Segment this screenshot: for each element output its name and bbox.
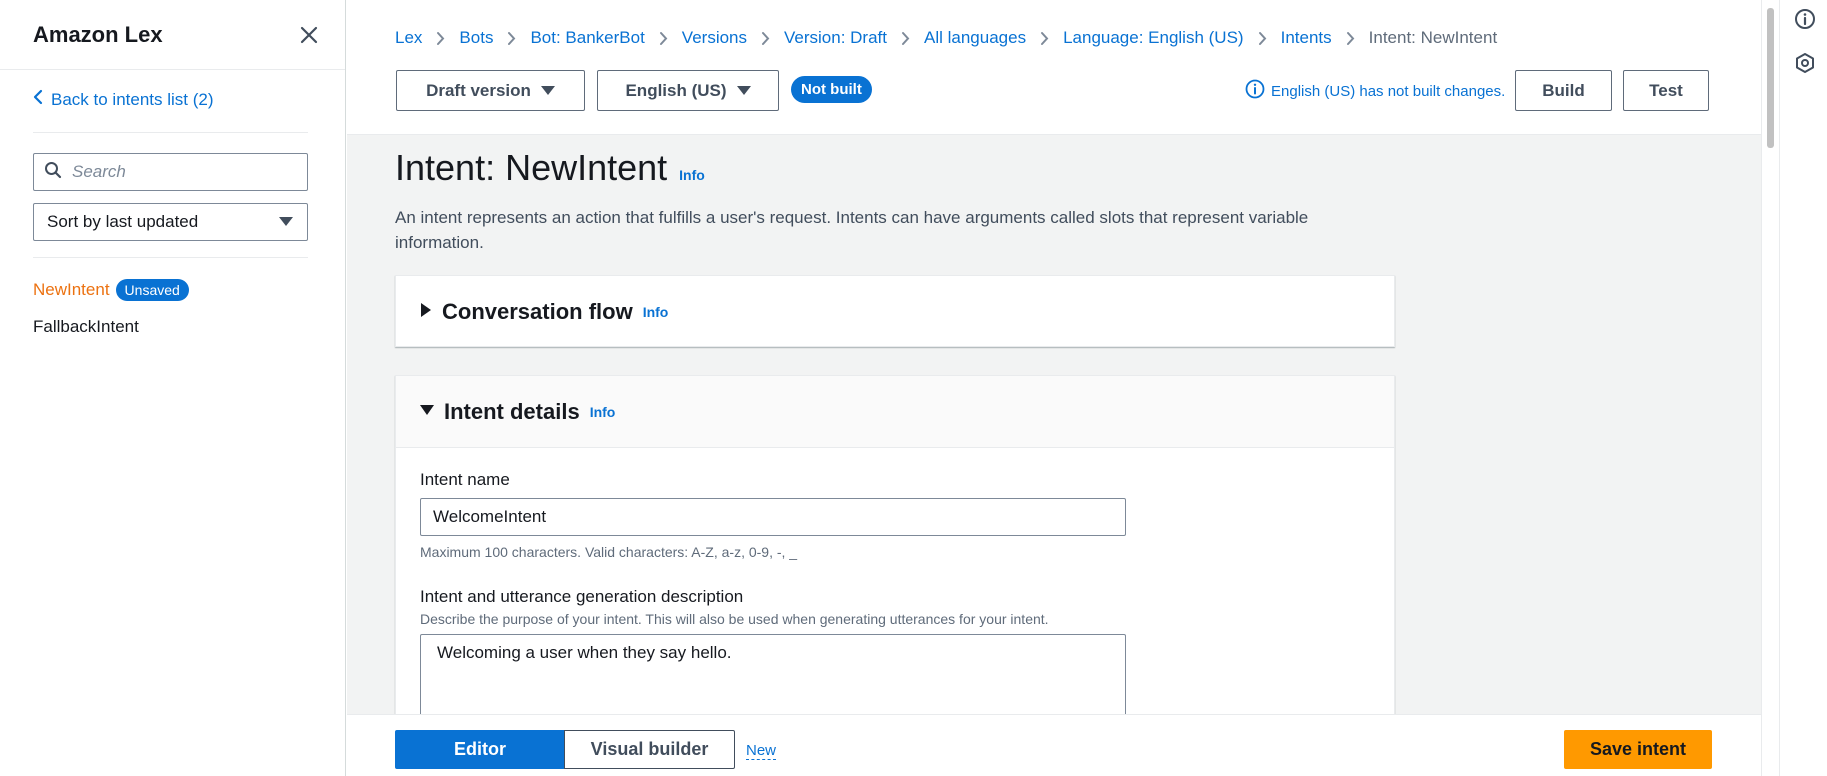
intent-details-toggle[interactable]: Intent details Info — [396, 376, 1394, 448]
breadcrumb-link-version[interactable]: Version: Draft — [784, 28, 887, 48]
caret-down-icon — [279, 212, 293, 232]
info-circle-icon — [1245, 79, 1265, 103]
scrollbar-thumb[interactable] — [1767, 8, 1774, 148]
info-link[interactable]: Info — [679, 167, 705, 183]
version-select-value: Draft version — [426, 80, 531, 100]
chevron-right-icon — [1040, 31, 1049, 46]
chevron-right-icon — [436, 31, 445, 46]
page-description: An intent represents an action that fulf… — [395, 208, 1309, 252]
caret-down-icon — [736, 81, 751, 101]
sort-select-value: Sort by last updated — [47, 212, 199, 231]
intent-description-textarea[interactable]: Welcoming a user when they say hello. — [420, 634, 1126, 714]
breadcrumb-link-language[interactable]: Language: English (US) — [1063, 28, 1244, 48]
breadcrumb-current: Intent: NewIntent — [1368, 28, 1498, 47]
sidebar-title: Amazon Lex — [33, 21, 163, 47]
intent-details-heading: Intent details — [444, 398, 580, 424]
intent-name-label: Intent name — [420, 470, 510, 489]
page-scrollbar[interactable] — [1761, 0, 1778, 776]
conversation-flow-toggle[interactable]: Conversation flow Info — [396, 276, 1394, 348]
intents-sidebar: Amazon Lex Back to intents list (2) Sort… — [0, 0, 346, 776]
back-to-intents-link[interactable]: Back to intents list (2) — [33, 89, 214, 110]
test-button[interactable]: Test — [1623, 70, 1709, 111]
search-input[interactable] — [72, 162, 292, 182]
save-intent-button[interactable]: Save intent — [1564, 730, 1712, 769]
intent-search[interactable] — [33, 153, 308, 191]
conversation-flow-panel: Conversation flow Info — [395, 275, 1395, 347]
build-button[interactable]: Build — [1515, 70, 1612, 111]
test-button-label: Test — [1649, 80, 1683, 100]
divider — [33, 132, 308, 133]
build-status-note: English (US) has not built changes. — [1245, 79, 1505, 103]
page-title-text: Intent: NewIntent — [395, 147, 668, 188]
page-title: Intent: NewIntent Info — [395, 147, 705, 189]
breadcrumb-link-bots[interactable]: Bots — [459, 28, 493, 48]
back-link-label: Back to intents list (2) — [51, 89, 214, 109]
close-icon[interactable] — [297, 23, 321, 47]
new-feature-link[interactable]: New — [746, 742, 777, 760]
visual-builder-tab[interactable]: Visual builder — [564, 730, 735, 769]
breadcrumb-link-all-languages[interactable]: All languages — [924, 28, 1026, 48]
intent-name-hint: Maximum 100 characters. Valid characters… — [420, 544, 798, 560]
conversation-flow-heading: Conversation flow — [442, 299, 633, 324]
divider — [33, 257, 308, 258]
build-status-badge: Not built — [791, 76, 872, 103]
intent-details-panel: Intent details Info Intent name Maximum … — [395, 375, 1395, 714]
version-select[interactable]: Draft version — [396, 70, 585, 111]
info-panel-icon[interactable] — [1794, 8, 1816, 30]
chevron-right-icon — [1346, 31, 1355, 46]
bottom-bar: Editor Visual builder New Save intent — [347, 714, 1761, 776]
sidebar-header: Amazon Lex — [0, 0, 345, 70]
info-link[interactable]: Info — [590, 404, 616, 420]
intent-item-newintent[interactable]: NewIntent Unsaved — [33, 279, 189, 301]
intent-item-fallbackintent[interactable]: FallbackIntent — [33, 317, 139, 337]
caret-down-icon — [420, 403, 434, 421]
breadcrumb-link-lex[interactable]: Lex — [395, 28, 422, 48]
editor-tab[interactable]: Editor — [395, 730, 565, 769]
search-icon — [44, 161, 62, 184]
hexagon-icon[interactable] — [1794, 52, 1816, 74]
intent-name-input[interactable] — [420, 498, 1126, 536]
chevron-right-icon — [1258, 31, 1267, 46]
top-bar: Lex Bots Bot: BankerBot Versions Version… — [347, 0, 1761, 135]
breadcrumb-link-versions[interactable]: Versions — [682, 28, 747, 48]
editor-tab-label: Editor — [454, 739, 506, 759]
intent-description-hint: Describe the purpose of your intent. Thi… — [420, 611, 1049, 627]
info-link[interactable]: Info — [643, 304, 669, 320]
build-status-text: English (US) has not built changes. — [1271, 82, 1506, 100]
right-tool-rail — [1779, 0, 1827, 776]
chevron-right-icon — [507, 31, 516, 46]
sort-select[interactable]: Sort by last updated — [33, 203, 308, 241]
intent-description-label: Intent and utterance generation descript… — [420, 587, 744, 606]
language-select[interactable]: English (US) — [597, 70, 779, 111]
breadcrumb-link-intents[interactable]: Intents — [1281, 28, 1332, 48]
chevron-left-icon — [33, 89, 43, 110]
main-content: Intent: NewIntent Info An intent represe… — [347, 135, 1761, 714]
caret-down-icon — [540, 81, 555, 101]
intent-item-label: FallbackIntent — [33, 317, 139, 336]
unsaved-badge: Unsaved — [115, 279, 189, 301]
chevron-right-icon — [761, 31, 770, 46]
language-select-value: English (US) — [625, 80, 727, 100]
save-intent-button-label: Save intent — [1589, 739, 1687, 759]
intent-item-label: NewIntent — [33, 280, 110, 299]
visual-builder-tab-label: Visual builder — [590, 739, 709, 759]
chevron-right-icon — [901, 31, 910, 46]
breadcrumb: Lex Bots Bot: BankerBot Versions Version… — [395, 28, 1497, 48]
caret-right-icon — [420, 302, 432, 322]
chevron-right-icon — [659, 31, 668, 46]
build-button-label: Build — [1542, 80, 1585, 100]
breadcrumb-link-bot[interactable]: Bot: BankerBot — [530, 28, 644, 48]
